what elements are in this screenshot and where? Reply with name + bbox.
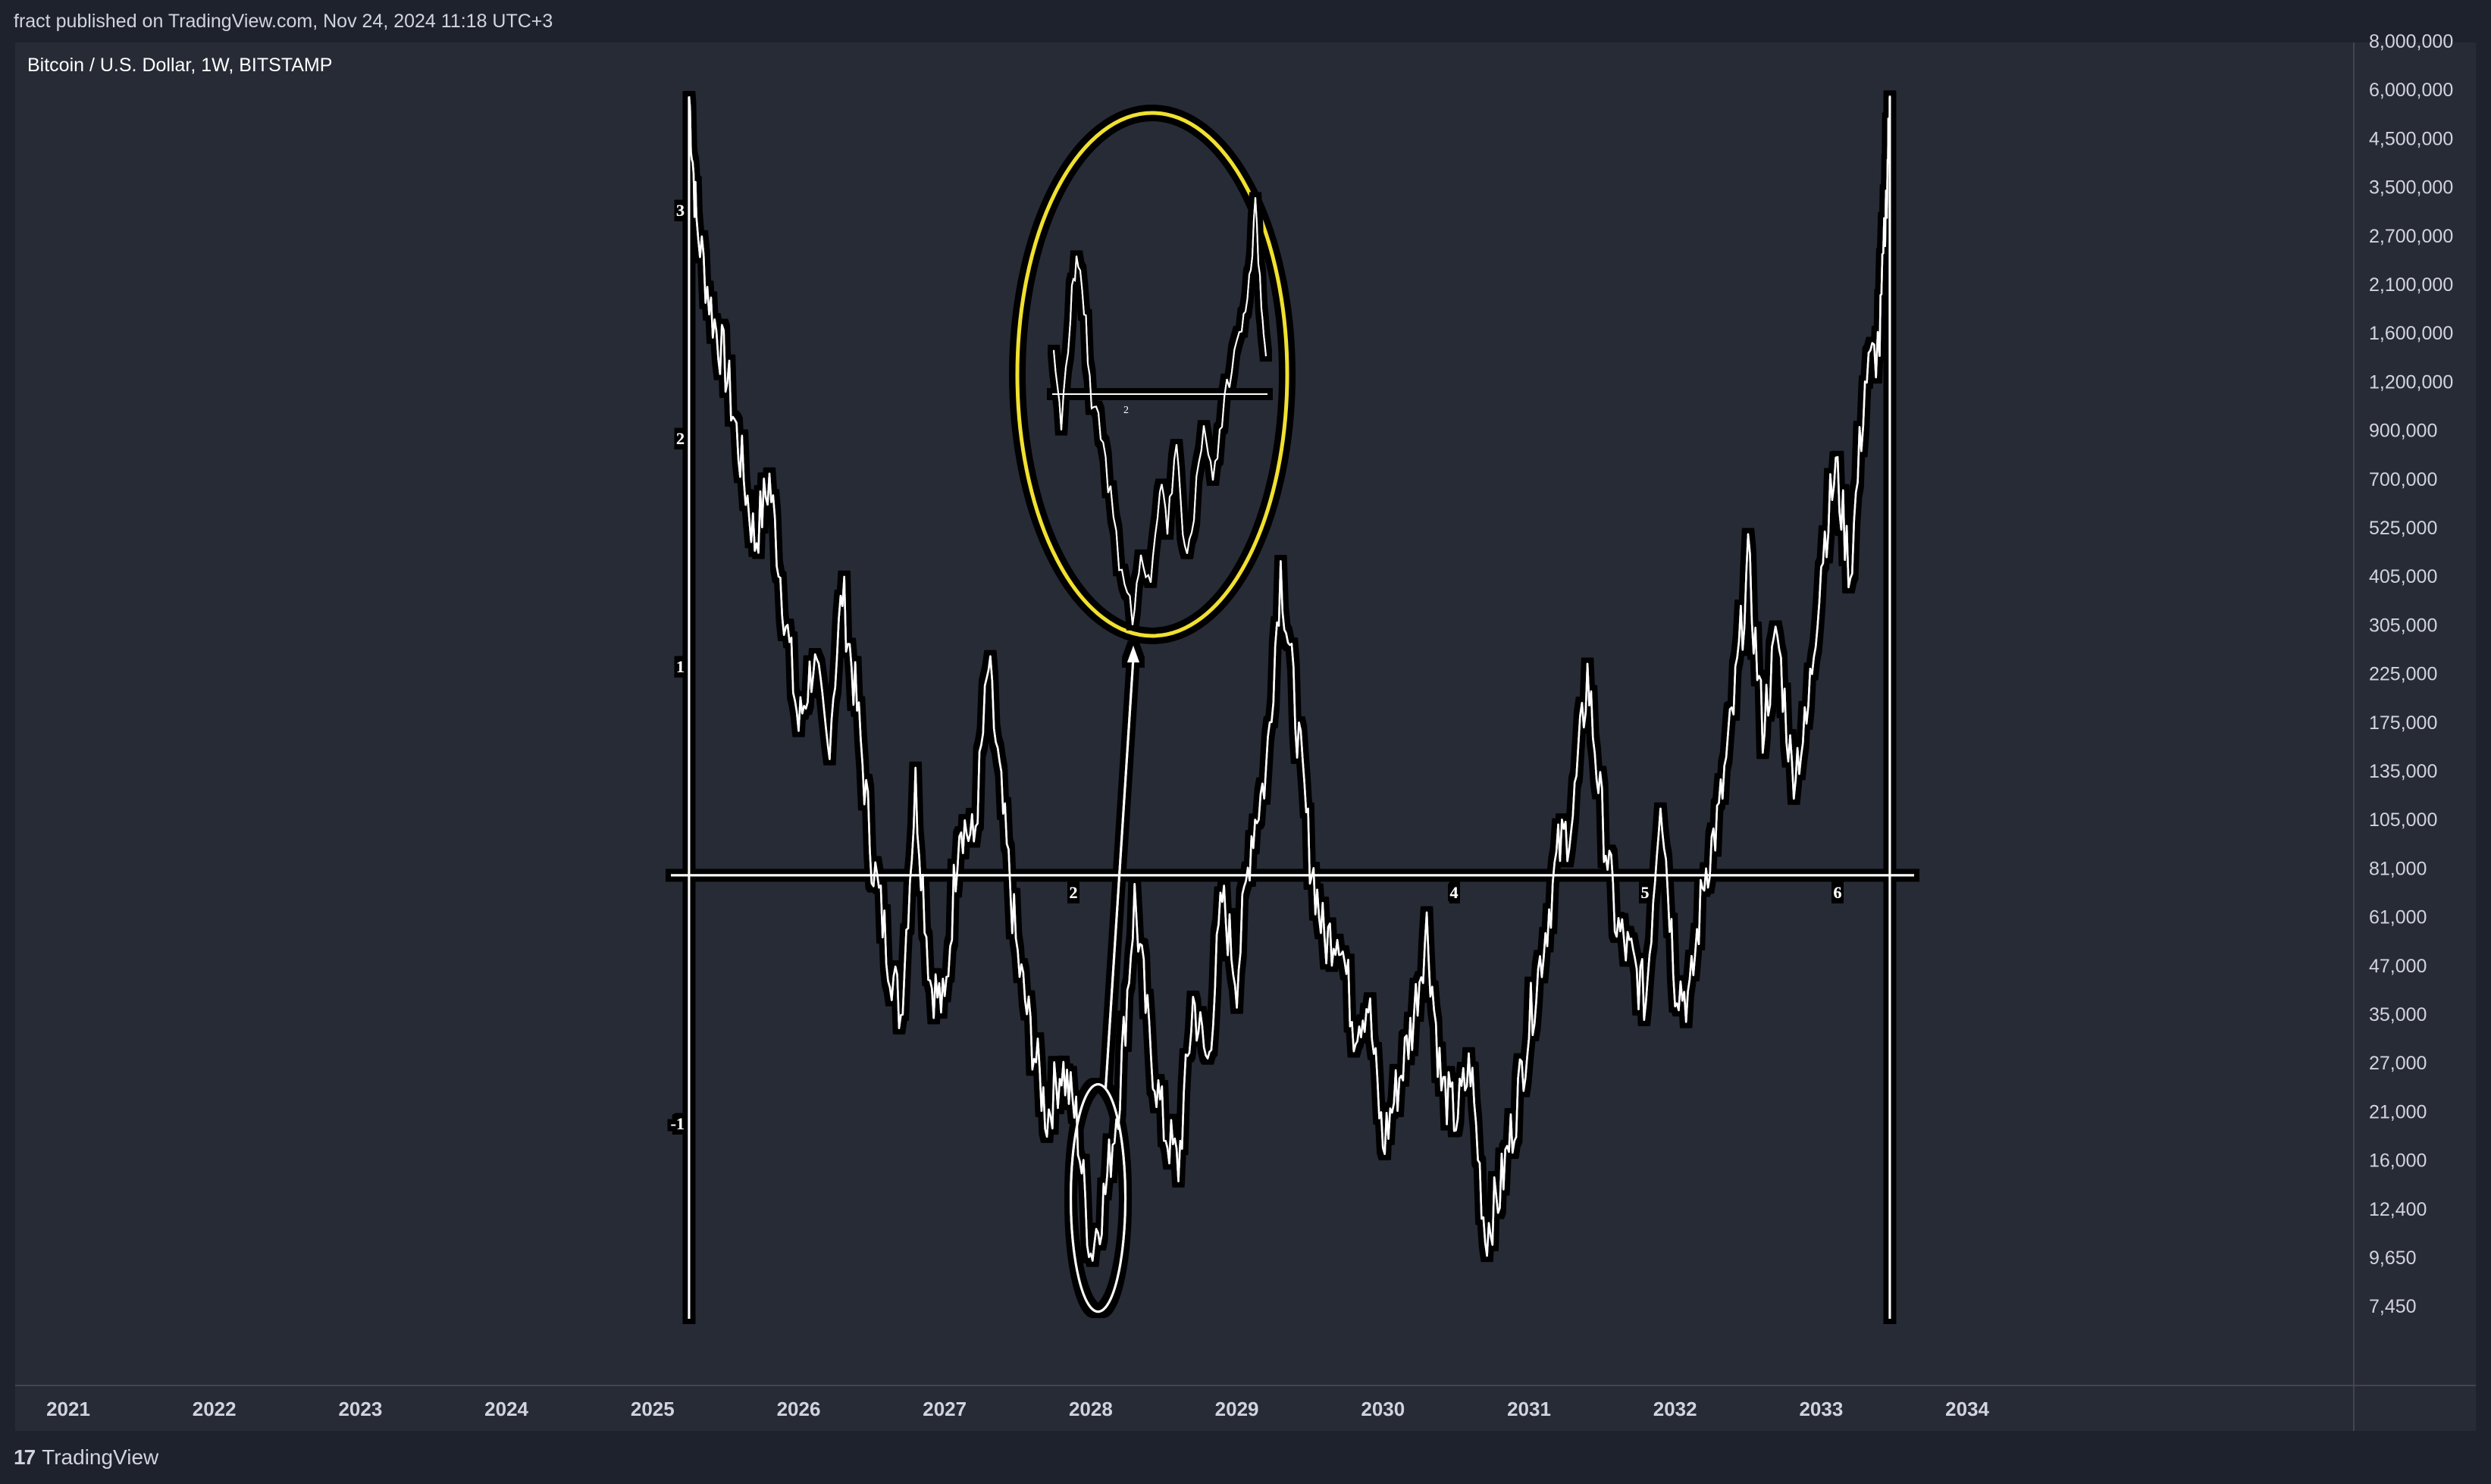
x-tick-label: 2033 [1799, 1398, 1843, 1420]
y-tick-label: 47,000 [2369, 956, 2427, 977]
y-tick-label: 305,000 [2369, 615, 2437, 636]
y-tick-label: 225,000 [2369, 664, 2437, 685]
overlay-baseline-label: 6 [1834, 883, 1842, 902]
y-tick-label: 81,000 [2369, 858, 2427, 879]
x-tick-label: 2030 [1361, 1398, 1405, 1420]
inset-label: 2 [1123, 405, 1129, 416]
y-tick-label: 16,000 [2369, 1151, 2427, 1172]
x-tick-label: 2028 [1069, 1398, 1113, 1420]
y-tick-label: 35,000 [2369, 1004, 2427, 1025]
overlay-level-label: 3 [676, 201, 685, 220]
y-tick-label: 2,100,000 [2369, 274, 2453, 296]
footer-brand[interactable]: TradingView [42, 1445, 158, 1470]
inset-zoom: 2 [1009, 105, 1296, 644]
x-tick-label: 2023 [338, 1398, 382, 1420]
symbol-title: Bitcoin / U.S. Dollar, 1W, BITSTAMP [27, 55, 333, 76]
x-tick-label: 2034 [1945, 1398, 1989, 1420]
y-tick-label: 27,000 [2369, 1053, 2427, 1074]
x-tick-label: 2032 [1653, 1398, 1697, 1420]
y-tick-label: 175,000 [2369, 712, 2437, 734]
y-tick-label: 1,200,000 [2369, 371, 2453, 393]
y-tick-label: 2,700,000 [2369, 226, 2453, 247]
y-tick-label: 900,000 [2369, 421, 2437, 442]
price-axis[interactable]: 8,000,000 6,000,000 4,500,000 3,500,000 2,70… [2353, 31, 2453, 1431]
x-tick-label: 2029 [1215, 1398, 1259, 1420]
y-tick-label: 525,000 [2369, 518, 2437, 539]
fractal-overlay [671, 95, 1914, 1319]
x-tick-label: 2026 [777, 1398, 821, 1420]
y-tick-label: 12,400 [2369, 1199, 2427, 1220]
overlay-level-label: -1 [671, 1114, 685, 1133]
y-tick-label: 8,000,000 [2369, 31, 2453, 52]
x-tick-label: 2027 [923, 1398, 967, 1420]
low-highlight-ellipse [1070, 1083, 1127, 1313]
x-tick-label: 2025 [631, 1398, 675, 1420]
time-axis[interactable]: 2021 2022 2023 2024 2025 2026 2027 2028 2029 2030… [15, 1385, 2476, 1420]
y-tick-label: 4,500,000 [2369, 128, 2453, 149]
y-tick-label: 405,000 [2369, 566, 2437, 587]
x-tick-label: 2024 [484, 1398, 528, 1420]
arrow-line [1104, 657, 1135, 1088]
tradingview-logo-icon[interactable]: 17 [14, 1445, 36, 1470]
x-tick-label: 2022 [193, 1398, 237, 1420]
y-tick-label: 1,600,000 [2369, 323, 2453, 344]
y-tick-label: 6,000,000 [2369, 80, 2453, 101]
arrow-head [1127, 646, 1139, 662]
overlay-baseline-label: 4 [1450, 883, 1459, 902]
footer-bar: 17 TradingView [0, 1431, 2491, 1484]
fractal-series-line [688, 95, 1891, 1262]
overlay-baseline-label: 5 [1641, 883, 1650, 902]
x-tick-label: 2021 [46, 1398, 90, 1420]
y-tick-label: 9,650 [2369, 1248, 2417, 1269]
y-tick-label: 700,000 [2369, 469, 2437, 490]
y-tick-label: 61,000 [2369, 907, 2427, 928]
overlay-drawing: 2 3 2 1 -1 2 4 5 6 [671, 95, 1914, 1319]
chart-svg[interactable]: 2 3 2 1 -1 2 4 5 6 8,000,000 6,000,000 4,500,000 3,… [0, 0, 2491, 1431]
y-tick-label: 21,000 [2369, 1101, 2427, 1122]
y-tick-label: 3,500,000 [2369, 177, 2453, 199]
y-tick-label: 7,450 [2369, 1296, 2417, 1317]
y-tick-label: 135,000 [2369, 761, 2437, 782]
y-tick-label: 105,000 [2369, 809, 2437, 831]
overlay-level-label: 2 [676, 429, 685, 448]
overlay-baseline-label: 2 [1070, 883, 1078, 902]
overlay-level-label: 1 [676, 657, 685, 676]
x-tick-label: 2031 [1507, 1398, 1551, 1420]
